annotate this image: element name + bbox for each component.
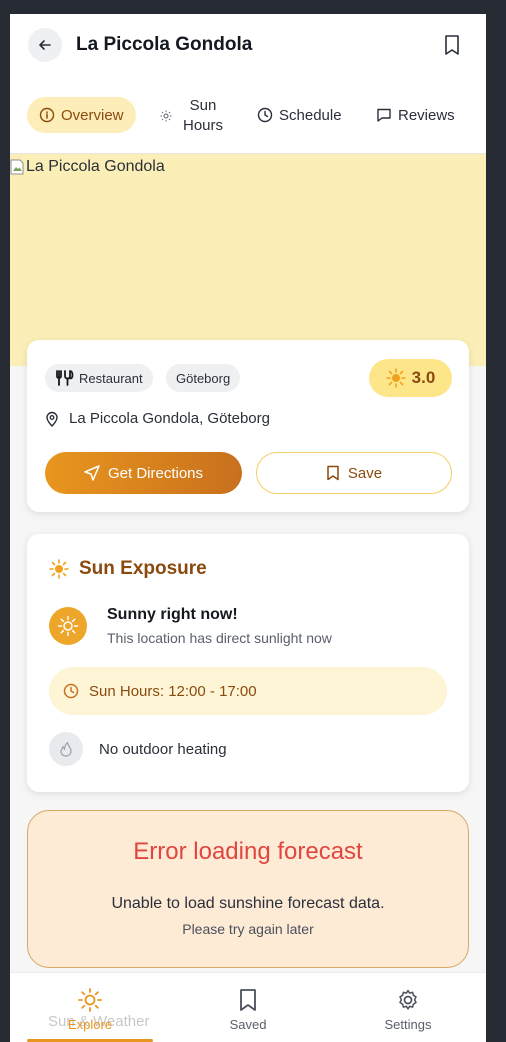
sunny-status-icon <box>49 607 87 645</box>
back-button[interactable] <box>28 28 62 62</box>
nav-saved-label: Saved <box>229 1017 267 1032</box>
header: La Piccola Gondola Overview Sun Hours Sc… <box>10 14 486 154</box>
tab-schedule-label: Schedule <box>279 106 342 124</box>
heating-status-text: No outdoor heating <box>99 741 227 758</box>
tab-sun-hours[interactable]: Sun Hours <box>160 94 228 138</box>
bookmark-icon <box>240 989 256 1011</box>
bookmark-button[interactable] <box>442 34 462 56</box>
error-title: Error loading forecast <box>133 838 363 865</box>
app-screen: La Piccola Gondola Overview Sun Hours Sc… <box>10 14 486 1042</box>
sunny-status-subtext: This location has direct sunlight now <box>107 630 332 646</box>
category-chip: Restaurant <box>45 364 153 392</box>
tab-reviews[interactable]: Reviews <box>376 97 455 133</box>
hero-image: La Piccola Gondola <box>10 154 486 366</box>
address: La Piccola Gondola, Göteborg <box>45 410 270 427</box>
get-directions-button[interactable]: Get Directions <box>45 452 242 494</box>
rating-value: 3.0 <box>411 368 436 387</box>
nav-saved[interactable]: Saved <box>188 973 308 1042</box>
city-chip: Göteborg <box>166 364 241 392</box>
navigation-arrow-icon <box>84 465 100 481</box>
sun-rating-badge: 3.0 <box>369 359 452 397</box>
tab-overview[interactable]: Overview <box>27 97 136 133</box>
tab-schedule[interactable]: Schedule <box>257 97 342 133</box>
tab-overview-label: Overview <box>61 106 124 124</box>
nav-explore[interactable]: Explore <box>30 973 150 1042</box>
bottom-nav: Sun & Weather Explore Saved Settings <box>10 972 486 1042</box>
error-subtext: Please try again later <box>182 921 314 937</box>
clock-icon <box>257 107 273 123</box>
nav-explore-label: Explore <box>67 1017 113 1032</box>
info-icon <box>39 107 55 123</box>
clock-icon <box>63 683 79 699</box>
bookmark-icon <box>327 465 339 481</box>
hero-alt-text: La Piccola Gondola <box>10 158 165 176</box>
nav-settings-label: Settings <box>384 1017 432 1032</box>
sun-icon <box>160 110 172 122</box>
sun-exposure-title: Sun Exposure <box>49 558 207 580</box>
comment-icon <box>377 108 391 122</box>
error-message: Unable to load sunshine forecast data. <box>111 895 385 912</box>
sun-icon <box>78 988 102 1012</box>
tab-reviews-label: Reviews <box>398 106 455 124</box>
forecast-error-card: Error loading forecast Unable to load su… <box>27 810 469 968</box>
sunny-status-heading: Sunny right now! <box>107 606 238 623</box>
sun-hours-pill: Sun Hours: 12:00 - 17:00 <box>49 667 447 715</box>
location-pin-icon <box>46 411 58 427</box>
sun-exposure-card: Sun Exposure Sunny right now! This locat… <box>27 534 469 792</box>
sun-icon <box>49 559 69 579</box>
arrow-left-icon <box>39 40 51 50</box>
utensils-icon <box>56 370 74 386</box>
flame-icon <box>60 741 72 757</box>
gear-icon <box>399 989 417 1010</box>
broken-image-icon <box>10 159 24 175</box>
nav-settings[interactable]: Settings <box>348 973 468 1042</box>
save-button[interactable]: Save <box>256 452 452 494</box>
bookmark-icon <box>445 35 459 55</box>
place-info-card: Restaurant Göteborg 3.0 La Piccola Gondo… <box>27 340 469 512</box>
sun-icon <box>385 368 406 388</box>
page-title: La Piccola Gondola <box>76 34 253 55</box>
tab-sun-hours-label: Sun Hours <box>182 97 223 134</box>
tab-bar: Overview Sun Hours Schedule Reviews <box>10 94 486 138</box>
sun-icon <box>57 615 79 637</box>
heating-status-icon <box>49 732 83 766</box>
